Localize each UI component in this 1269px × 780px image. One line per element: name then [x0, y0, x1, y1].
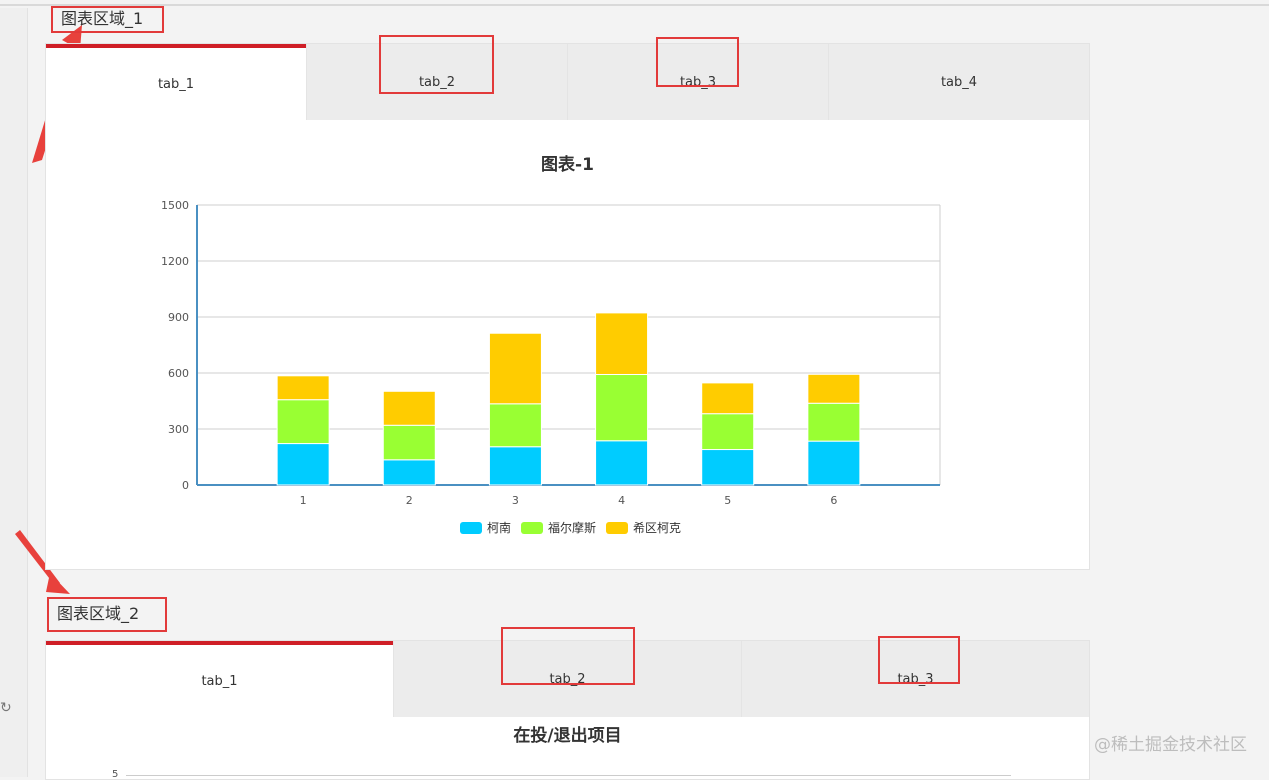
annotation-arrow-2-head [46, 573, 70, 594]
region1-tab-1[interactable]: tab_1 [46, 44, 306, 120]
bar-segment [701, 413, 755, 451]
gridline [126, 775, 1011, 776]
bar-segment [701, 382, 755, 415]
bar-segment [595, 373, 649, 442]
bar-segment [595, 312, 649, 375]
legend-swatch [606, 521, 629, 534]
annotation-box [501, 627, 635, 685]
bar-segment [807, 440, 861, 486]
bar-segment [488, 332, 542, 405]
bar-segment [488, 403, 542, 448]
y-tick-label: 1500 [161, 199, 189, 212]
chart-legend: 柯南 福尔摩斯 希区柯克 [460, 519, 681, 536]
x-tick-label: 5 [724, 494, 731, 507]
bar-segment [382, 424, 436, 461]
x-tick-label: 6 [830, 494, 837, 507]
y-tick-label: 0 [182, 479, 189, 492]
tab-label: tab_1 [201, 673, 238, 689]
legend-item-2[interactable]: 福尔摩斯 [521, 519, 596, 536]
tab-label: tab_4 [940, 74, 978, 90]
bar-segment [276, 375, 330, 401]
y-tick-label: 5 [112, 769, 119, 780]
tab-label: tab_1 [157, 76, 195, 92]
legend-swatch [460, 521, 482, 534]
chart-region-1: tab_1 tab_2 tab_3 tab_4 图表-1 0 300 600 900 1… [45, 43, 1090, 570]
bar-segment [807, 402, 861, 442]
legend-label: 福尔摩斯 [548, 521, 597, 535]
refresh-icon[interactable]: ↻ [0, 700, 14, 720]
x-tick-label: 4 [618, 494, 625, 507]
bar-segment [701, 449, 755, 486]
legend-item-3[interactable]: 希区柯克 [606, 519, 681, 536]
bar-segment [276, 399, 330, 445]
region1-tab-4[interactable]: tab_4 [828, 44, 1089, 120]
x-tick-label: 2 [406, 494, 413, 507]
chart-2-title: 在投/退出项目 [513, 726, 622, 746]
tab-bar-1: tab_1 tab_2 tab_3 tab_4 [46, 44, 1089, 120]
bar-segment [382, 459, 436, 486]
region-2-title: 图表区域_2 [47, 597, 167, 632]
y-tick-label: 600 [168, 367, 189, 380]
annotation-box [878, 636, 960, 684]
legend-item-1[interactable]: 柯南 [460, 519, 511, 536]
annotation-box [379, 35, 494, 94]
x-tick-label: 1 [300, 494, 307, 507]
y-tick-label: 1200 [161, 255, 189, 268]
bar-segment [276, 443, 330, 486]
x-tick-label: 3 [512, 494, 519, 507]
y-tick-label: 300 [168, 423, 189, 436]
y-tick-label: 900 [168, 311, 189, 324]
bar-segment [595, 440, 649, 486]
watermark: @稀土掘金技术社区 [1094, 735, 1247, 755]
bar-segment [488, 446, 542, 486]
region-1-title: 图表区域_1 [51, 6, 164, 33]
bar-segment [807, 373, 861, 404]
legend-label: 柯南 [487, 521, 512, 535]
bar-segment [382, 390, 436, 426]
region2-tab-1[interactable]: tab_1 [46, 641, 393, 717]
left-sidebar [0, 8, 28, 777]
top-divider [0, 4, 1269, 6]
stacked-bar-chart: 0 300 600 900 1200 1500 1 2 3 4 5 6 [161, 199, 941, 507]
legend-label: 希区柯克 [633, 521, 682, 535]
annotation-box [656, 37, 739, 87]
legend-swatch [521, 521, 544, 534]
